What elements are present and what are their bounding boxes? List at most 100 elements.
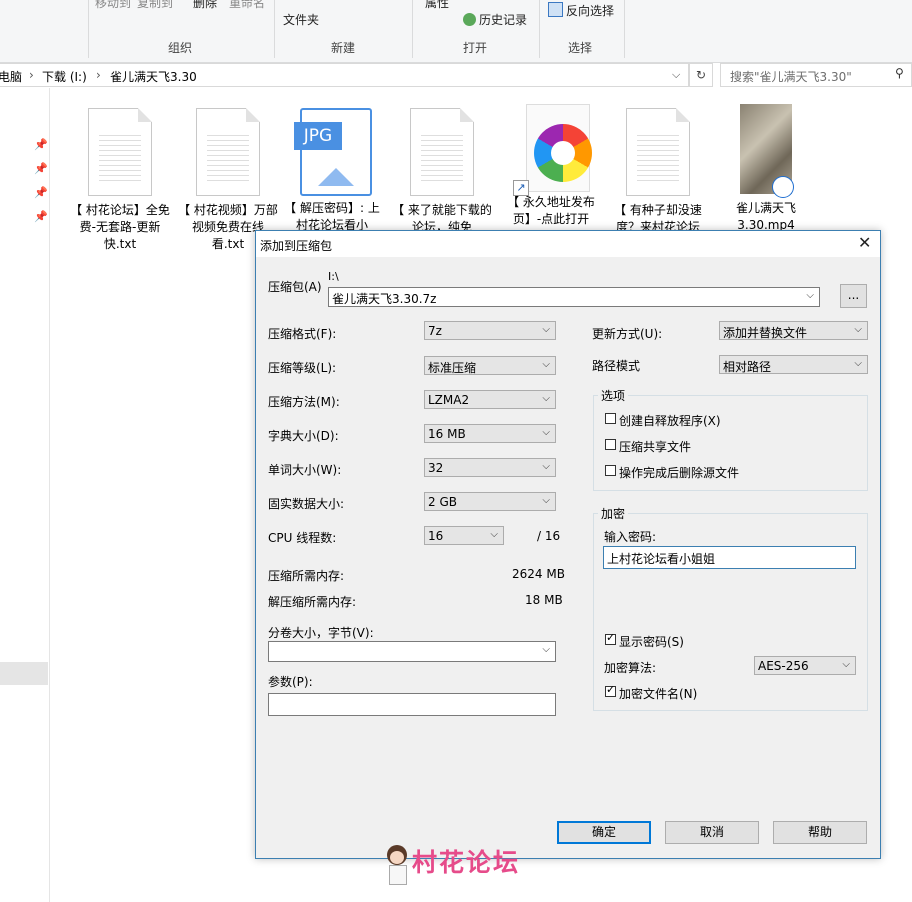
archive-name-combo[interactable]: 雀儿满天飞3.30.7z ⌵	[328, 287, 820, 307]
pin-icon[interactable]: 📌	[34, 210, 48, 223]
group-open-label: 打开	[463, 41, 488, 55]
pin-icon[interactable]: 📌	[34, 162, 48, 175]
ok-button[interactable]: 确定	[557, 821, 651, 844]
ribbon-divider	[539, 0, 540, 58]
dict-label: 字典大小(D):	[268, 429, 339, 443]
dialog-titlebar: 添加到压缩包 ✕	[256, 231, 880, 257]
invert-selection-label: 反向选择	[566, 4, 615, 18]
level-value: 标准压缩	[428, 361, 477, 375]
volume-size-combo[interactable]: ⌵	[268, 641, 556, 662]
search-icon: ⚲	[895, 66, 904, 80]
password-value: 上村花论坛看小姐姐	[607, 552, 716, 566]
file-item[interactable]: 【 来了就能下载的论坛，纯免	[392, 104, 492, 236]
chevron-down-icon[interactable]: ⌵	[672, 68, 680, 82]
file-item[interactable]: 雀儿满天飞3.30.mp4	[716, 104, 816, 234]
archive-name-value: 雀儿满天飞3.30.7z	[332, 292, 437, 306]
ribbon-divider	[412, 0, 413, 58]
new-folder-button[interactable]: 文件夹	[283, 11, 319, 28]
browse-button[interactable]: ...	[840, 284, 867, 308]
file-item[interactable]: ↗ 【 永久地址发布页】-点此打开	[501, 104, 601, 228]
pin-icon[interactable]: 📌	[34, 186, 48, 199]
file-item[interactable]: 【 有种子却没速度？来村花论坛	[608, 104, 708, 236]
text-file-icon	[88, 108, 152, 196]
update-value: 添加并替换文件	[723, 326, 808, 340]
cpu-label: CPU 线程数:	[268, 531, 337, 545]
sfx-label: 创建自释放程序(X)	[619, 414, 721, 428]
breadcrumb-computer[interactable]: 电脑	[0, 68, 22, 85]
encrypt-names-checkbox[interactable]	[605, 683, 616, 697]
delete-after-checkbox[interactable]	[605, 465, 616, 476]
chevron-down-icon: ⌵	[806, 290, 814, 301]
format-value: 7z	[428, 324, 442, 338]
rename-button[interactable]: 重命名	[229, 0, 265, 11]
move-to-button[interactable]: 移动到	[95, 0, 131, 11]
mem-decompress-value: 18 MB	[525, 593, 563, 607]
file-item[interactable]: JPG 【 解压密码】: 上村花论坛看小	[282, 104, 382, 234]
chevron-down-icon: ⌵	[542, 359, 550, 370]
group-new-label: 新建	[331, 41, 356, 55]
chevron-down-icon: ⌵	[854, 358, 862, 369]
encryption-title: 加密	[598, 505, 629, 522]
update-select[interactable]: 添加并替换文件 ⌵	[719, 321, 868, 340]
invert-selection-button[interactable]: 反向选择	[548, 2, 614, 19]
show-password-label: 显示密码(S)	[619, 635, 684, 649]
params-input[interactable]	[268, 693, 556, 716]
help-button[interactable]: 帮助	[773, 821, 867, 844]
word-select[interactable]: 32 ⌵	[424, 458, 556, 477]
breadcrumb-folder[interactable]: 雀儿满天飞3.30	[110, 68, 197, 85]
pin-icon[interactable]: 📌	[34, 138, 48, 151]
refresh-icon[interactable]: ↻	[689, 63, 713, 87]
encrypt-names-label: 加密文件名(N)	[619, 687, 698, 701]
breadcrumb-drive[interactable]: 下载 (I:)	[42, 68, 87, 85]
cpu-select[interactable]: 16 ⌵	[424, 526, 504, 545]
chevron-right-icon: ›	[96, 68, 101, 82]
navigation-pane: 📌 📌 📌 📌	[0, 88, 50, 902]
delete-button[interactable]: 删除	[193, 0, 217, 11]
invert-selection-icon	[548, 2, 563, 17]
history-icon	[463, 13, 476, 26]
history-button[interactable]: 历史记录	[463, 11, 527, 28]
history-label: 历史记录	[479, 13, 528, 27]
path-mode-label: 路径模式	[592, 359, 641, 373]
search-input[interactable]: 搜索"雀儿满天飞3.30" ⚲	[720, 63, 912, 87]
password-label: 输入密码:	[604, 530, 657, 544]
enc-method-value: AES-256	[758, 659, 809, 673]
method-select[interactable]: LZMA2 ⌵	[424, 390, 556, 409]
text-file-icon	[196, 108, 260, 196]
cancel-button[interactable]: 取消	[665, 821, 759, 844]
dict-select[interactable]: 16 MB ⌵	[424, 424, 556, 443]
ribbon-divider	[274, 0, 275, 58]
search-placeholder: 搜索"雀儿满天飞3.30"	[730, 70, 852, 84]
path-mode-value: 相对路径	[723, 360, 772, 374]
file-name: 【 村花论坛】全免费-无套路-更新快.txt	[70, 203, 170, 251]
password-input[interactable]: 上村花论坛看小姐姐	[603, 546, 856, 569]
solid-select[interactable]: 2 GB ⌵	[424, 492, 556, 511]
cpu-value: 16	[428, 529, 444, 543]
word-label: 单词大小(W):	[268, 463, 342, 477]
chevron-down-icon: ⌵	[542, 461, 550, 472]
method-value: LZMA2	[428, 393, 470, 407]
copy-to-button[interactable]: 复制到	[137, 0, 173, 11]
close-icon[interactable]: ✕	[858, 233, 871, 252]
nav-selected-item[interactable]	[0, 662, 48, 685]
format-select[interactable]: 7z ⌵	[424, 321, 556, 340]
sfx-checkbox[interactable]	[605, 413, 616, 424]
shared-files-checkbox[interactable]	[605, 439, 616, 450]
show-password-checkbox[interactable]	[605, 631, 616, 645]
watermark-text: 村花论坛	[412, 848, 521, 877]
enc-method-select[interactable]: AES-256 ⌵	[754, 656, 856, 675]
method-label: 压缩方法(M):	[268, 395, 340, 409]
level-select[interactable]: 标准压缩 ⌵	[424, 356, 556, 375]
path-mode-select[interactable]: 相对路径 ⌵	[719, 355, 868, 374]
properties-button[interactable]: 属性	[425, 0, 449, 11]
chevron-down-icon: ⌵	[542, 324, 550, 335]
file-name: 【 永久地址发布页】-点此打开	[507, 195, 595, 226]
chevron-down-icon: ⌵	[542, 393, 550, 404]
file-item[interactable]: 【 村花论坛】全免费-无套路-更新快.txt	[70, 104, 170, 253]
shared-files-label: 压缩共享文件	[619, 440, 692, 454]
ribbon-divider	[88, 0, 89, 58]
address-bar: 电脑 › 下载 (I:) › 雀儿满天飞3.30 ⌵ ↻ 搜索"雀儿满天飞3.3…	[0, 63, 912, 87]
chevron-right-icon: ›	[29, 68, 34, 82]
chevron-down-icon: ⌵	[854, 324, 862, 335]
address-path[interactable]: 电脑 › 下载 (I:) › 雀儿满天飞3.30 ⌵	[0, 63, 689, 87]
